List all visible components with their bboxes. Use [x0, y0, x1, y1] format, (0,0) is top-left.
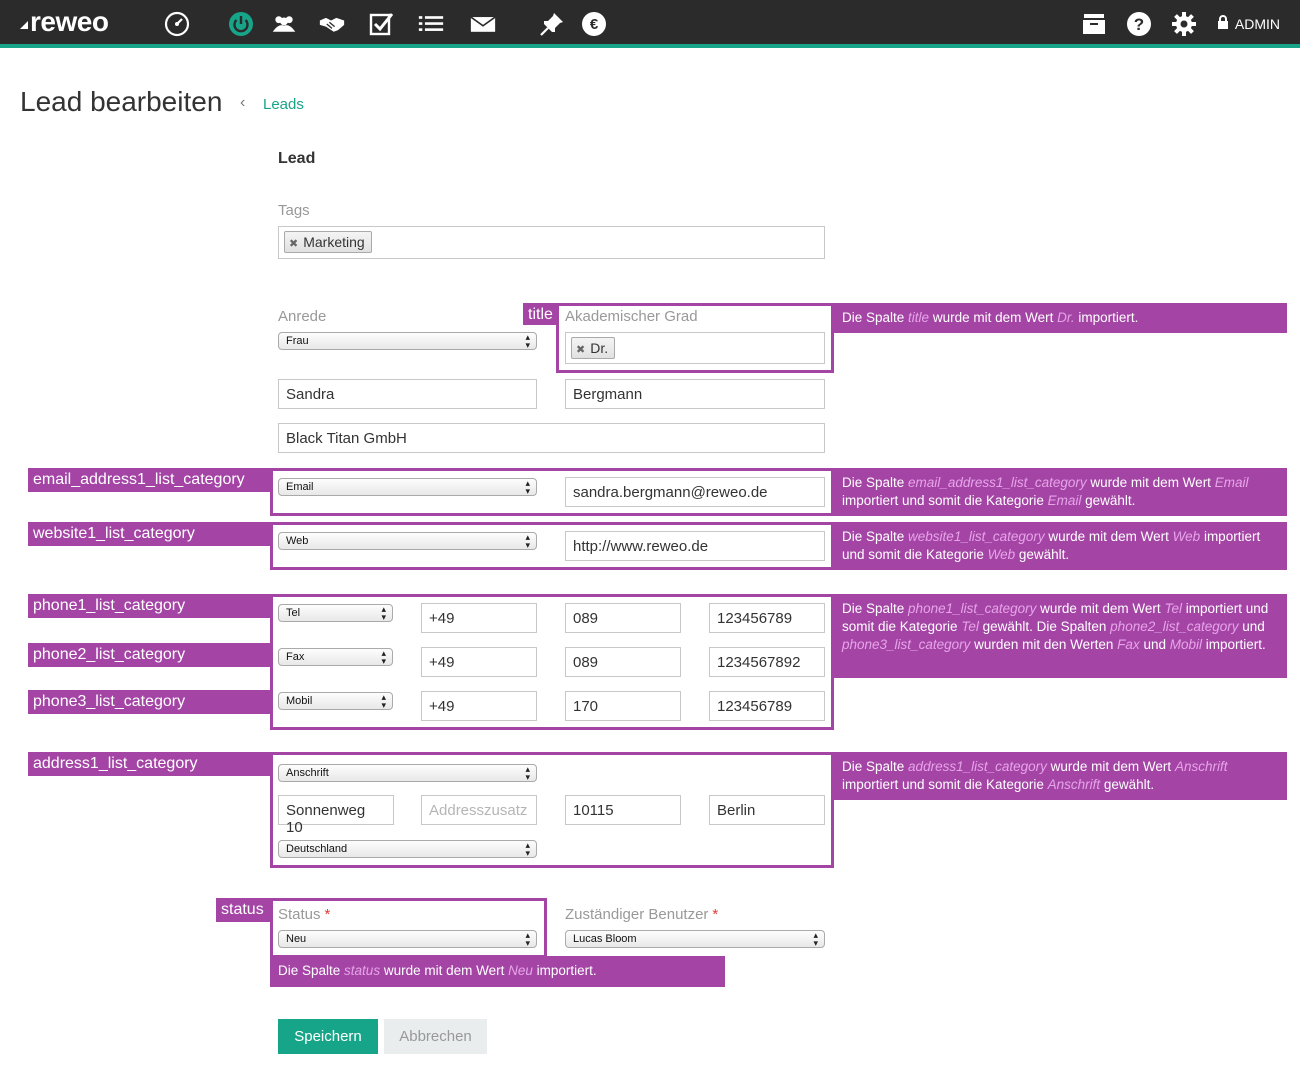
- annotation-note-address: Die Spalte address1_list_category wurde …: [834, 752, 1287, 800]
- phone3-category-select[interactable]: Mobil ▴ ▾: [278, 692, 393, 710]
- phone3-country-input[interactable]: +49: [421, 691, 537, 721]
- handshake-icon[interactable]: [317, 9, 347, 39]
- first-name-input[interactable]: Sandra: [278, 379, 537, 409]
- svg-text:€: €: [590, 16, 599, 33]
- breadcrumb-leads[interactable]: Leads: [263, 96, 304, 113]
- checklist-icon[interactable]: [366, 9, 396, 39]
- logo[interactable]: reweo: [20, 6, 109, 38]
- salutation-select[interactable]: Frau ▴ ▾: [278, 332, 537, 350]
- tag-chip: ✖ Marketing: [284, 231, 372, 253]
- academic-title-chip: ✖ Dr.: [571, 337, 616, 359]
- zip-input[interactable]: 10115: [565, 795, 681, 825]
- annotation-note-email: Die Spalte email_address1_list_category …: [834, 468, 1287, 516]
- annotation-note-title: Die Spalte title wurde mit dem Wert Dr. …: [834, 303, 1287, 333]
- save-button[interactable]: Speichern: [278, 1019, 378, 1054]
- section-title: Lead: [278, 150, 316, 167]
- annotation-label-phone3: phone3_list_category: [28, 690, 270, 714]
- address-category-select[interactable]: Anschrift ▴ ▾: [278, 764, 537, 782]
- address-extra-input[interactable]: Addresszusatz: [421, 795, 537, 825]
- svg-text:?: ?: [1134, 15, 1144, 34]
- remove-tag-icon[interactable]: ✖: [576, 344, 585, 356]
- chevron-left-icon: ‹: [240, 94, 246, 111]
- email-category-select[interactable]: Email ▴ ▾: [278, 478, 537, 496]
- status-label: Status *: [278, 906, 331, 923]
- mail-icon[interactable]: [468, 9, 498, 39]
- annotation-note-status: Die Spalte status wurde mit dem Wert Neu…: [270, 956, 725, 987]
- list-icon[interactable]: [416, 9, 446, 39]
- phone3-number-input[interactable]: 123456789: [709, 691, 825, 721]
- user-menu[interactable]: ADMIN: [1217, 15, 1280, 32]
- country-select[interactable]: Deutschland ▴ ▾: [278, 840, 537, 858]
- website-category-select[interactable]: Web ▴ ▾: [278, 532, 537, 550]
- page-title: Lead bearbeiten: [20, 86, 223, 117]
- annotation-note-phones: Die Spalte phone1_list_category wurde mi…: [834, 594, 1287, 678]
- annotation-label-title: title: [523, 303, 558, 325]
- phone1-number-input[interactable]: 123456789: [709, 603, 825, 633]
- annotation-label-address: address1_list_category: [28, 752, 270, 776]
- status-select[interactable]: Neu ▴ ▾: [278, 930, 537, 948]
- phone1-category-select[interactable]: Tel ▴ ▾: [278, 604, 393, 622]
- city-input[interactable]: Berlin: [709, 795, 825, 825]
- owner-label: Zuständiger Benutzer *: [565, 906, 719, 923]
- annotation-label-website: website1_list_category: [28, 522, 270, 546]
- annotation-label-status: status: [216, 898, 270, 922]
- salutation-label: Anrede: [278, 308, 327, 325]
- dashboard-icon[interactable]: [162, 9, 192, 39]
- last-name-input[interactable]: Bergmann: [565, 379, 825, 409]
- company-input[interactable]: Black Titan GmbH: [278, 423, 825, 453]
- owner-select[interactable]: Lucas Bloom ▴ ▾: [565, 930, 825, 948]
- academic-title-label: Akademischer Grad: [565, 308, 698, 325]
- power-icon[interactable]: [226, 9, 256, 39]
- euro-icon[interactable]: €: [579, 9, 609, 39]
- cancel-button[interactable]: Abbrechen: [384, 1019, 487, 1054]
- annotation-label-phone2: phone2_list_category: [28, 643, 270, 667]
- phone3-area-input[interactable]: 170: [565, 691, 681, 721]
- email-input[interactable]: sandra.bergmann@reweo.de: [565, 477, 825, 507]
- tags-input[interactable]: ✖ Marketing: [278, 226, 825, 259]
- annotation-label-email: email_address1_list_category: [28, 468, 270, 492]
- phone2-area-input[interactable]: 089: [565, 647, 681, 677]
- phone2-country-input[interactable]: +49: [421, 647, 537, 677]
- academic-title-input[interactable]: ✖ Dr.: [565, 332, 825, 364]
- lock-icon: [1217, 15, 1229, 32]
- remove-tag-icon[interactable]: ✖: [289, 238, 298, 250]
- phone2-category-select[interactable]: Fax ▴ ▾: [278, 648, 393, 666]
- top-navigation-bar: reweo € ? ADMIN: [0, 0, 1300, 48]
- contacts-icon[interactable]: [269, 9, 299, 39]
- pin-icon[interactable]: [537, 9, 567, 39]
- phone1-country-input[interactable]: +49: [421, 603, 537, 633]
- annotation-label-phone1: phone1_list_category: [28, 594, 270, 618]
- website-input[interactable]: http://www.reweo.de: [565, 531, 825, 561]
- annotation-note-website: Die Spalte website1_list_category wurde …: [834, 522, 1287, 570]
- phone1-area-input[interactable]: 089: [565, 603, 681, 633]
- user-name: ADMIN: [1234, 15, 1280, 32]
- phone2-number-input[interactable]: 1234567892: [709, 647, 825, 677]
- settings-icon[interactable]: [1169, 9, 1199, 39]
- tags-label: Tags: [278, 202, 310, 219]
- archive-icon[interactable]: [1079, 9, 1109, 39]
- street-input[interactable]: Sonnenweg 10: [278, 795, 394, 836]
- help-icon[interactable]: ?: [1124, 9, 1154, 39]
